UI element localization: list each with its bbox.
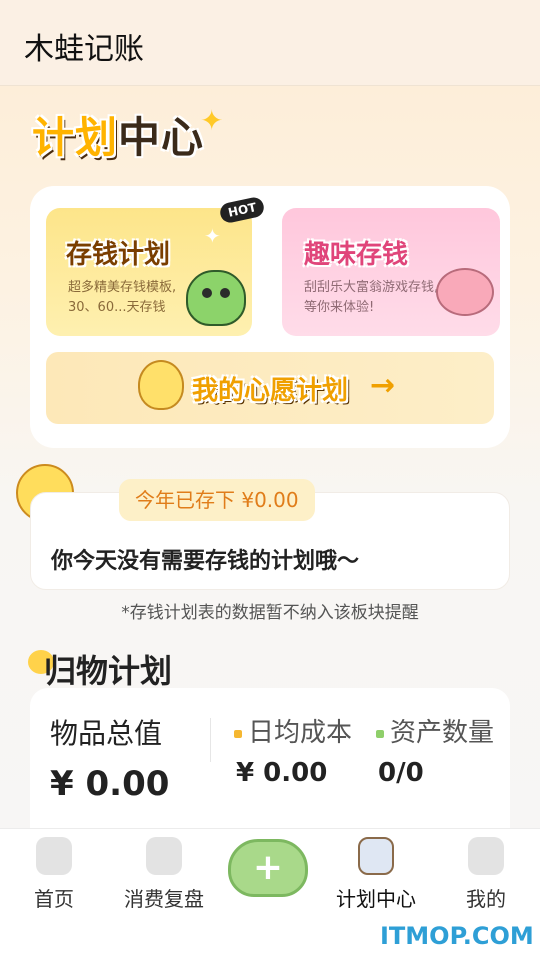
asset-count-label: 资产数量 bbox=[376, 712, 494, 749]
chick-mascot-icon bbox=[138, 360, 184, 410]
tab-home-label: 首页 bbox=[34, 887, 74, 911]
asset-count-value: 0/0 bbox=[378, 758, 424, 788]
tab-spending-review[interactable]: 消费复盘 bbox=[114, 829, 214, 912]
tab-mine[interactable]: 我的 bbox=[436, 829, 536, 912]
tab-plan-center[interactable]: 计划中心 bbox=[326, 829, 426, 912]
banner-part2: 中心 bbox=[118, 113, 205, 162]
save-plan-desc: 超多精美存钱模板, 30、60...天存钱 bbox=[68, 280, 177, 315]
tab-mine-label: 我的 bbox=[466, 887, 506, 911]
fun-save-card[interactable]: 趣味存钱 刮刮乐大富翁游戏存钱, 等你来体验! bbox=[282, 208, 500, 336]
asset-count-label-text: 资产数量 bbox=[390, 718, 495, 748]
reminder-card: 今年已存下 ¥0.00 你今天没有需要存钱的计划哦～ bbox=[30, 479, 510, 590]
wish-plan-card[interactable]: 我的心愿计划 → bbox=[46, 352, 494, 424]
reminder-note: *存钱计划表的数据暂不纳入该板块提醒 bbox=[121, 603, 419, 623]
plan-center-banner: 计划中心 bbox=[32, 104, 204, 165]
profile-icon bbox=[468, 837, 504, 875]
avg-cost-label: 日均成本 bbox=[234, 712, 352, 749]
plan-checklist-icon bbox=[358, 837, 394, 875]
fun-save-desc: 刮刮乐大富翁游戏存钱, 等你来体验! bbox=[304, 280, 439, 315]
total-value: ¥ 0.00 bbox=[50, 764, 170, 804]
tab-home[interactable]: 首页 bbox=[4, 829, 104, 912]
goods-plan-heading: 归物计划 bbox=[44, 652, 173, 690]
hot-badge: HOT bbox=[218, 195, 267, 225]
goods-summary-card[interactable]: 物品总值 ¥ 0.00 日均成本 ¥ 0.00 资产数量 0/0 bbox=[30, 688, 510, 828]
fun-save-title: 趣味存钱 bbox=[304, 240, 409, 270]
tab-plan-center-label: 计划中心 bbox=[336, 887, 416, 911]
asset-count-dot-icon bbox=[376, 729, 384, 738]
frog-mascot-icon bbox=[186, 270, 246, 326]
plan-center-card: 存钱计划 超多精美存钱模板, 30、60...天存钱 HOT ✦ 趣味存钱 刮刮… bbox=[30, 186, 510, 448]
sparkle-icon: ✦ bbox=[204, 224, 221, 248]
divider bbox=[210, 718, 211, 762]
wish-plan-title: 我的心愿计划 bbox=[192, 376, 349, 406]
save-plan-title: 存钱计划 bbox=[66, 240, 171, 270]
tab-spending-review-label: 消费复盘 bbox=[124, 887, 204, 911]
total-value-label: 物品总值 bbox=[50, 717, 163, 750]
main-content[interactable]: 计划中心 ✦ 存钱计划 超多精美存钱模板, 30、60...天存钱 HOT ✦ … bbox=[0, 86, 540, 828]
receipt-icon bbox=[146, 837, 182, 875]
save-plan-card[interactable]: 存钱计划 超多精美存钱模板, 30、60...天存钱 bbox=[46, 208, 252, 336]
watermark: ITMOP.COM bbox=[380, 922, 534, 950]
reminder-message: 你今天没有需要存钱的计划哦～ bbox=[51, 549, 360, 574]
avg-cost-value: ¥ 0.00 bbox=[236, 758, 328, 788]
sparkle-icon: ✦ bbox=[200, 104, 224, 137]
piggy-bank-icon bbox=[436, 268, 494, 316]
app-bar: 木蛙记账 bbox=[0, 0, 540, 86]
avg-cost-dot-icon bbox=[234, 729, 242, 738]
avg-cost-label-text: 日均成本 bbox=[248, 718, 353, 748]
saved-this-year-badge: 今年已存下 ¥0.00 bbox=[119, 479, 315, 521]
arrow-right-icon: → bbox=[370, 368, 396, 403]
app-title: 木蛙记账 bbox=[24, 32, 144, 67]
home-icon bbox=[36, 837, 72, 875]
banner-part1: 计划 bbox=[32, 113, 119, 162]
add-record-button[interactable]: + bbox=[228, 839, 308, 897]
